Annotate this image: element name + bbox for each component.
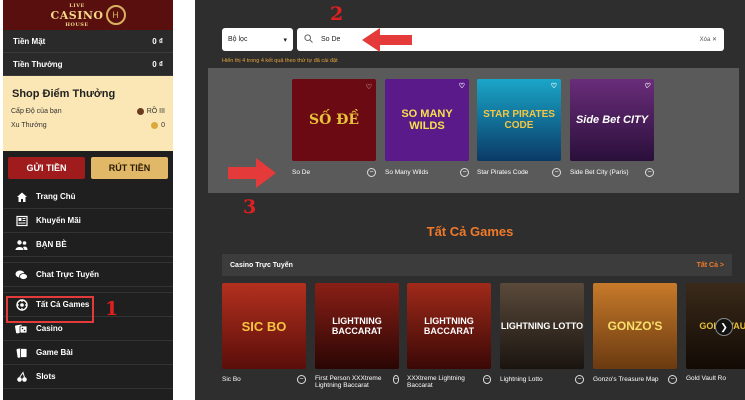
news-icon bbox=[15, 214, 28, 227]
see-all-link[interactable]: Tất Cả > bbox=[697, 262, 724, 269]
nav-item-slots[interactable]: Slots bbox=[3, 365, 173, 389]
game-thumbnail[interactable]: STAR PIRATES CODE ♡ bbox=[477, 79, 561, 161]
game-thumbnail[interactable]: LIGHTNING LOTTO bbox=[500, 283, 584, 369]
remove-icon[interactable]: − bbox=[552, 168, 561, 177]
logo-text: CASINO bbox=[50, 8, 104, 22]
game-card[interactable]: Side Bet CITY ♡ Side Bet City (Paris) − bbox=[570, 79, 654, 177]
game-thumbnail[interactable]: SỐ ĐỀ ♡ bbox=[292, 79, 376, 161]
nav-item-promotions[interactable]: Khuyến Mãi bbox=[3, 209, 173, 233]
chevron-right-icon: ❯ bbox=[720, 321, 728, 332]
game-title: First Person XXXtreme Lightning Baccarat bbox=[315, 375, 382, 389]
remove-icon[interactable]: − bbox=[668, 375, 677, 384]
sidebar: LIVE CASINO HOUSE H Tiền Mặt 0 ₫ Tiền Th… bbox=[3, 0, 173, 400]
step-number-3: 3 bbox=[243, 196, 257, 218]
remove-icon[interactable]: − bbox=[367, 168, 376, 177]
arrow-left-icon bbox=[362, 28, 412, 52]
game-thumbnail[interactable]: GONZO'S bbox=[593, 283, 677, 369]
bonus-balance-row: Tiền Thưởng 0 ₫ bbox=[3, 53, 173, 76]
section-title: Tất Cả Games bbox=[426, 224, 514, 239]
game-title: Sic Bo bbox=[222, 376, 241, 383]
chat-icon bbox=[15, 268, 28, 281]
shop-title: Shop Điểm Thưởng bbox=[12, 88, 116, 100]
game-title: So De bbox=[292, 169, 311, 176]
casino-icon bbox=[15, 322, 28, 335]
favorite-icon[interactable]: ♡ bbox=[644, 82, 650, 90]
nav-item-friends[interactable]: BẠN BÈ bbox=[3, 233, 173, 257]
cards-icon bbox=[15, 346, 28, 359]
cash-balance-row: Tiền Mặt 0 ₫ bbox=[3, 30, 173, 53]
level-badge-icon bbox=[136, 108, 144, 115]
nav-item-live-chat[interactable]: Chat Trực Tuyến bbox=[3, 263, 173, 287]
game-title: XXXtreme Lightning Baccarat bbox=[407, 375, 465, 389]
arrow-right-icon bbox=[228, 158, 276, 188]
chevron-down-icon: ▾ bbox=[283, 36, 287, 44]
remove-icon[interactable]: − bbox=[297, 375, 306, 384]
game-title: Gonzo's Treasure Map bbox=[593, 376, 659, 383]
filter-dropdown[interactable]: Bộ lọc ▾ bbox=[222, 28, 293, 51]
step-number-2: 2 bbox=[330, 3, 344, 25]
game-title: Lightning Lotto bbox=[500, 376, 543, 383]
nav-item-card-games[interactable]: Game Bài bbox=[3, 341, 173, 365]
game-title: Gold Vault Ro bbox=[686, 375, 726, 382]
game-thumbnail[interactable]: LIGHTNING BACCARAT bbox=[315, 283, 399, 369]
game-card[interactable]: SIC BO Sic Bo − bbox=[222, 283, 306, 384]
home-icon bbox=[15, 190, 28, 203]
game-thumbnail[interactable]: Side Bet CITY ♡ bbox=[570, 79, 654, 161]
remove-icon[interactable]: − bbox=[575, 375, 584, 384]
favorite-icon[interactable]: ♡ bbox=[459, 82, 465, 90]
game-title: Side Bet City (Paris) bbox=[570, 169, 629, 176]
game-card[interactable]: LIGHTNING BACCARAT XXXtreme Lightning Ba… bbox=[407, 283, 491, 389]
game-title: Star Pirates Code bbox=[477, 169, 529, 176]
deposit-button[interactable]: GỬI TIỀN bbox=[8, 157, 85, 179]
search-results: SỐ ĐỀ ♡ So De − SO MANY WILDS ♡ So Many W… bbox=[208, 68, 739, 193]
game-card[interactable]: SỐ ĐỀ ♡ So De − bbox=[292, 79, 376, 177]
withdraw-button[interactable]: RÚT TIỀN bbox=[91, 157, 168, 179]
remove-icon[interactable]: − bbox=[482, 375, 491, 384]
cherries-icon bbox=[15, 370, 28, 383]
logo[interactable]: LIVE CASINO HOUSE H bbox=[3, 0, 173, 30]
nav-item-home[interactable]: Trang Chủ bbox=[3, 185, 173, 209]
game-card[interactable]: GONZO'S Gonzo's Treasure Map − bbox=[593, 283, 677, 384]
results-hint: Hiển thị 4 trong 4 kết quả theo thứ tự đ… bbox=[222, 58, 338, 64]
main-content: Bộ lọc ▾ So De Xóa ✕ Hiển thị 4 trong 4 … bbox=[195, 0, 745, 400]
game-thumbnail[interactable]: SO MANY WILDS ♡ bbox=[385, 79, 469, 161]
favorite-icon[interactable]: ♡ bbox=[551, 82, 557, 90]
remove-icon[interactable]: − bbox=[460, 168, 469, 177]
game-card[interactable]: GOLD VAULT Gold Vault Ro bbox=[686, 283, 745, 382]
game-card[interactable]: LIGHTNING LOTTO Lightning Lotto − bbox=[500, 283, 584, 384]
search-icon bbox=[304, 34, 313, 45]
remove-icon[interactable]: − bbox=[392, 375, 399, 384]
step-number-1: 1 bbox=[105, 298, 119, 320]
coin-icon bbox=[151, 122, 159, 129]
live-casino-header: Casino Trực Tuyến Tất Cả > bbox=[222, 254, 732, 276]
game-card[interactable]: LIGHTNING BACCARAT First Person XXXtreme… bbox=[315, 283, 399, 389]
highlight-box bbox=[6, 296, 94, 323]
carousel-next-button[interactable]: ❯ bbox=[715, 318, 733, 336]
game-card[interactable]: SO MANY WILDS ♡ So Many Wilds − bbox=[385, 79, 469, 177]
game-thumbnail[interactable]: SIC BO bbox=[222, 283, 306, 369]
game-card[interactable]: STAR PIRATES CODE ♡ Star Pirates Code − bbox=[477, 79, 561, 177]
favorite-icon[interactable]: ♡ bbox=[366, 82, 372, 91]
remove-icon[interactable]: − bbox=[645, 168, 654, 177]
game-thumbnail[interactable]: LIGHTNING BACCARAT bbox=[407, 283, 491, 369]
game-title: So Many Wilds bbox=[385, 169, 429, 176]
rewards-shop-panel[interactable]: Shop Điểm Thưởng Cấp Độ của bạn RỒ III X… bbox=[3, 76, 173, 151]
clear-search-button[interactable]: Xóa ✕ bbox=[700, 36, 717, 43]
friends-icon bbox=[15, 238, 28, 251]
logo-emblem-icon: H bbox=[105, 5, 126, 25]
